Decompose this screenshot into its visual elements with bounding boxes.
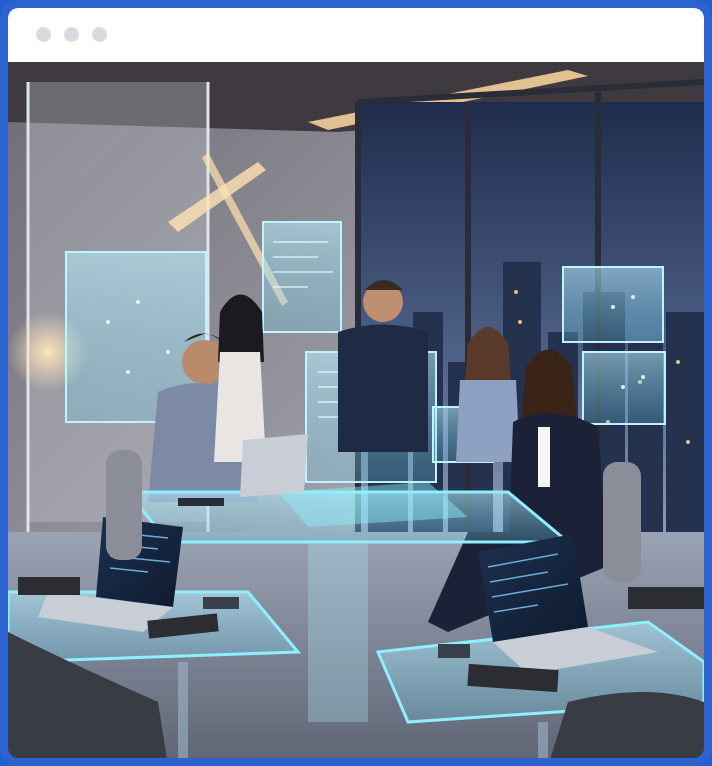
window-dot-1[interactable] [36, 27, 51, 42]
window-titlebar [8, 8, 704, 62]
window-dot-2[interactable] [64, 27, 79, 42]
browser-frame [0, 0, 712, 766]
office-photo [8, 62, 704, 758]
window-dot-3[interactable] [92, 27, 107, 42]
office-scene [8, 62, 704, 758]
